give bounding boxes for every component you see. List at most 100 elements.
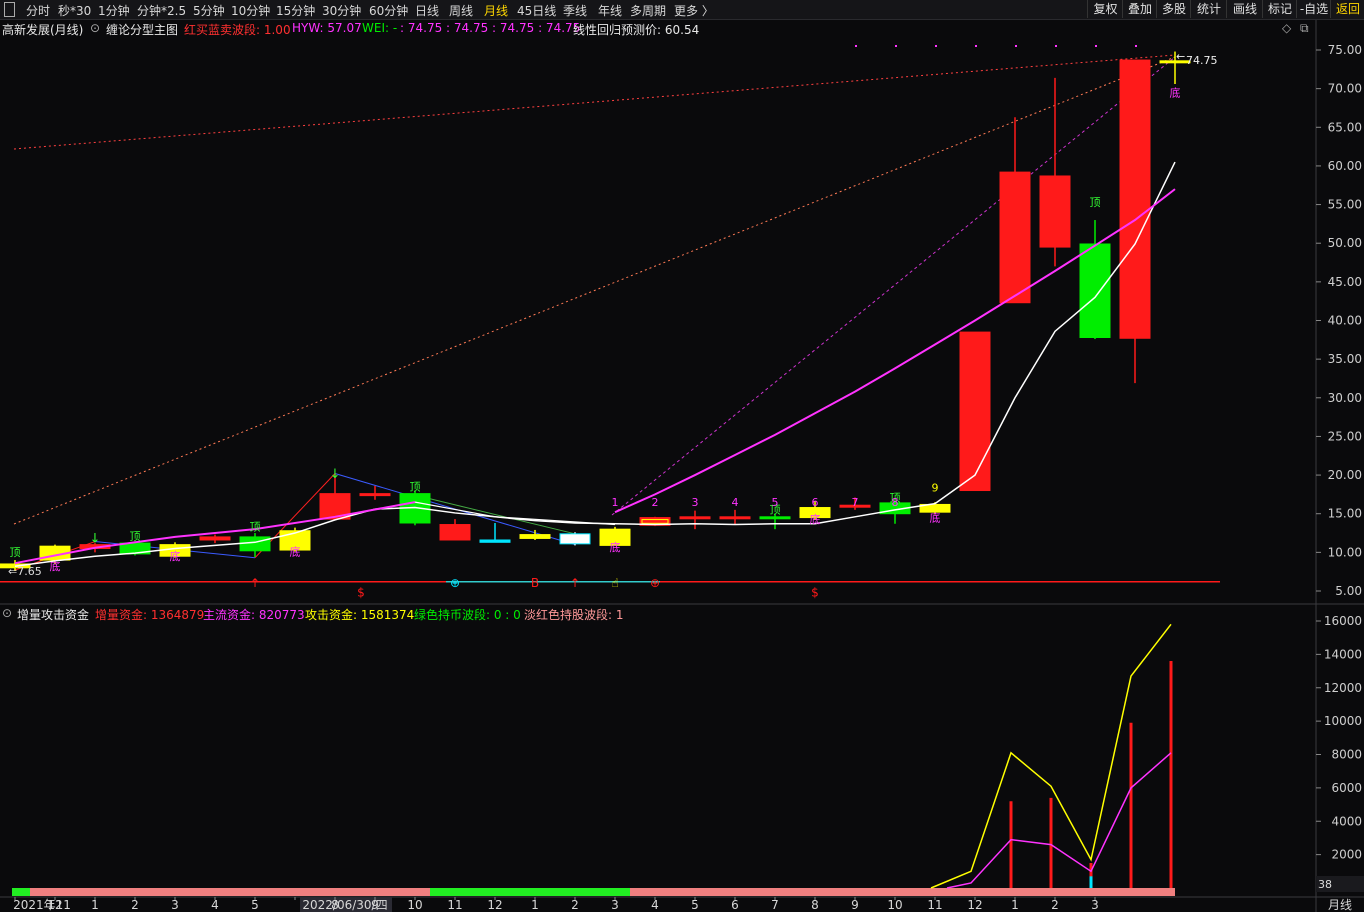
sequence-count: 1: [612, 496, 619, 509]
hyw-value: HYW: 57.07: [292, 21, 362, 35]
holding-band: [430, 888, 630, 896]
period-tab-9[interactable]: 日线: [415, 2, 439, 19]
signal-icon: ⊕: [450, 576, 460, 590]
toolbar-button-0[interactable]: 复权: [1087, 0, 1123, 18]
candle-body: [1119, 59, 1151, 339]
period-tab-1[interactable]: 秒*30: [58, 2, 91, 19]
main-ytick-label: 45.00: [1328, 275, 1362, 289]
candle-body: [759, 516, 791, 520]
period-tab-10[interactable]: 周线: [449, 2, 473, 19]
main-ytick-label: 50.00: [1328, 236, 1362, 250]
x-tick-label: 11: [927, 898, 942, 912]
sub-ytick-label: 6000: [1331, 781, 1362, 795]
sub-ytick-label: 4000: [1331, 814, 1362, 828]
x-tick-label: 12: [487, 898, 502, 912]
main-ytick-label: 35.00: [1328, 352, 1362, 366]
top-dot-marker: [895, 45, 897, 47]
bottom-marker: 底: [290, 544, 301, 558]
signal-icon: $: [357, 585, 365, 599]
indicator-menu-icon[interactable]: ⊙: [90, 21, 100, 35]
period-tab-2[interactable]: 1分钟: [98, 2, 130, 19]
layout-toggle-icon[interactable]: [4, 2, 15, 17]
period-tab-3[interactable]: 分钟*2.5: [137, 2, 186, 19]
candle-body: [559, 533, 591, 545]
sequence-count: 9: [932, 481, 939, 494]
x-tick-label: 5: [691, 898, 699, 912]
bottom-marker: 底: [1170, 85, 1181, 99]
period-tab-5[interactable]: 10分钟: [231, 2, 270, 19]
toolbar-button-4[interactable]: 画线: [1226, 0, 1263, 18]
high-price-label: 74.75: [1186, 54, 1218, 67]
candle-body: [959, 331, 991, 492]
x-tick-label: 3: [611, 898, 619, 912]
incremental-funds-value: 增量资金: 1364879: [95, 608, 205, 622]
down-arrow-icon: ↓: [90, 531, 101, 546]
candle: [559, 532, 591, 546]
sequence-count: 2: [652, 496, 659, 509]
sub-indicator-menu-icon[interactable]: ⊙: [2, 606, 12, 620]
sequence-count: 5: [772, 496, 779, 509]
signal-icon: ↑: [250, 576, 260, 590]
price-values: : 74.75 : 74.75 : 74.75 : 74.75: [400, 21, 581, 35]
toolbar-button-3[interactable]: 统计: [1190, 0, 1227, 18]
main-ytick-label: 60.00: [1328, 159, 1362, 173]
chart-canvas[interactable]: 5.00 10.00 15.00 20.00 25.00 30.00 35.00 40.00 4…: [0, 0, 1364, 912]
period-tab-8[interactable]: 60分钟: [369, 2, 408, 19]
top-marker: 顶: [410, 481, 421, 494]
toolbar-button-1[interactable]: 叠加: [1122, 0, 1157, 18]
period-tab-14[interactable]: 年线: [598, 2, 622, 19]
holding-band: [30, 888, 430, 896]
period-tab-13[interactable]: 季线: [563, 2, 587, 19]
sequence-count: 4: [732, 496, 739, 509]
period-tab-0[interactable]: 分时: [26, 2, 50, 19]
period-tab-11[interactable]: 月线: [484, 2, 508, 19]
toolbar-button-2[interactable]: 多股: [1156, 0, 1191, 18]
sequence-count: 7: [852, 496, 859, 509]
top-marker: 顶: [10, 546, 21, 559]
stock-name[interactable]: 高新发展(月线): [2, 21, 83, 38]
diamond-icon[interactable]: ◇: [1282, 21, 1291, 35]
period-tab-16[interactable]: 更多 〉: [674, 2, 714, 19]
x-tick-label: 3: [171, 898, 179, 912]
holding-band: [12, 888, 30, 896]
period-tab-7[interactable]: 30分钟: [322, 2, 361, 19]
bottom-marker: 底: [50, 559, 61, 573]
period-tab-12[interactable]: 45日线: [517, 2, 556, 19]
x-tick-label: 4: [211, 898, 219, 912]
period-tab-4[interactable]: 5分钟: [193, 2, 225, 19]
main-ytick-label: 15.00: [1328, 507, 1362, 521]
period-tab-15[interactable]: 多周期: [630, 2, 666, 19]
top-dot-marker: [1015, 45, 1017, 47]
toolbar-button-5[interactable]: 标记: [1262, 0, 1297, 18]
toolbar-button-6[interactable]: -自选: [1296, 0, 1331, 18]
x-tick-label: 1: [531, 898, 539, 912]
sub-ytick-label: 12000: [1324, 681, 1362, 695]
toolbar-button-7[interactable]: 返回: [1330, 0, 1364, 18]
x-tick-label: 2: [571, 898, 579, 912]
x-tick-label: 9: [371, 898, 379, 912]
sub-ytick-label: 2000: [1331, 848, 1362, 862]
bottom-marker: 底: [610, 540, 621, 554]
candle-body: [479, 539, 511, 543]
candle-body: [439, 524, 471, 541]
x-tick-label: 12: [47, 898, 62, 912]
candle-body: [679, 516, 711, 520]
window-icon[interactable]: ⧉: [1300, 21, 1309, 36]
top-marker: 顶: [1090, 196, 1101, 209]
top-dot-marker: [855, 45, 857, 47]
indicator-name[interactable]: 缠论分型主图: [106, 21, 178, 38]
main-ytick-label: 75.00: [1328, 43, 1362, 57]
candle-body: [519, 534, 551, 539]
top-marker: 顶: [250, 521, 261, 534]
candle-body: [1039, 175, 1071, 248]
candle: [959, 331, 991, 492]
sub-indicator-name[interactable]: 增量攻击资金: [17, 606, 89, 623]
sequence-count: 6: [812, 496, 819, 509]
top-dot-marker: [1095, 45, 1097, 47]
period-tab-6[interactable]: 15分钟: [276, 2, 315, 19]
top-dot-marker: [975, 45, 977, 47]
signal-icon: B: [531, 576, 539, 590]
chart-background: [0, 20, 1364, 912]
candle-body: [359, 493, 391, 497]
main-ytick-label: 5.00: [1335, 584, 1362, 598]
